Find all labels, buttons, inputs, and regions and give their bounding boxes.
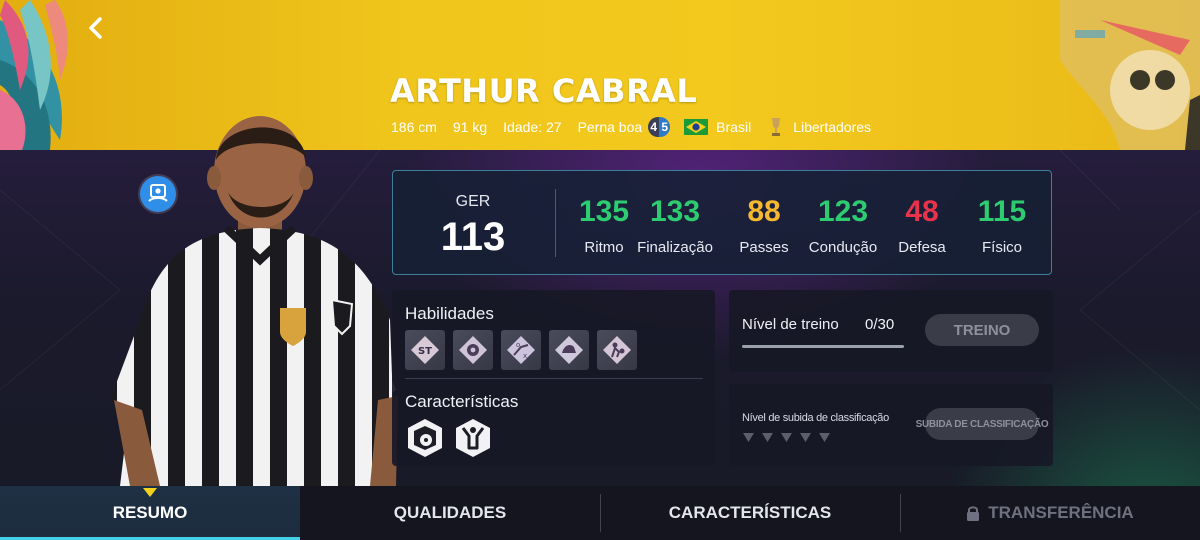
tab-label: RESUMO (112, 503, 188, 522)
weak-foot-value: 4 (648, 117, 660, 137)
strong-foot-label: Perna boa (577, 119, 643, 135)
level-arrow-icon (800, 433, 811, 442)
level-arrow-icon (819, 433, 830, 442)
chevron-left-icon (89, 17, 102, 39)
skill-tile-strength[interactable] (549, 330, 589, 370)
stat-finalizacao: 133 Finalização (630, 193, 720, 256)
stat-value: 115 (977, 195, 1027, 228)
active-tab-pointer (143, 488, 157, 497)
level-arrow-icon (781, 433, 792, 442)
nationality-value: Brasil (716, 119, 752, 135)
st-icon-text: ST (418, 346, 432, 357)
strong-foot-value: 5 (659, 117, 671, 137)
stats-divider (555, 189, 556, 257)
level-arrow-icon (762, 433, 773, 442)
skill-tile-tactics[interactable]: o x (501, 330, 541, 370)
age-value: Idade: 27 (503, 119, 562, 135)
stat-value: 123 (817, 195, 869, 228)
tab-qualidades[interactable]: QUALIDADES (300, 486, 600, 540)
tab-label: CARACTERÍSTICAS (668, 503, 832, 522)
skills-card: Habilidades ST o x Características (392, 290, 715, 466)
classification-upgrade-button[interactable]: SUBIDA DE CLASSIFICAÇÃO (916, 408, 1049, 440)
stat-label: Físico (981, 239, 1022, 256)
player-control-icon (603, 336, 631, 364)
tab-caracteristicas[interactable]: CARACTERÍSTICAS (600, 486, 900, 540)
weight-value: 91 kg (452, 119, 488, 135)
player-icon (148, 184, 168, 202)
stat-conducao: 123 Condução (798, 193, 888, 256)
characteristics-list (406, 418, 492, 458)
skills-title: Habilidades (405, 304, 494, 323)
tab-transferencia[interactable]: TRANSFERÊNCIA (900, 486, 1200, 540)
ball-feint-icon (459, 336, 487, 364)
back-button[interactable] (80, 12, 112, 44)
stat-label: Passes (739, 239, 789, 256)
player-meta: 186 cm 91 kg Idade: 27 Perna boa 4 5 Bra… (391, 116, 887, 138)
player-name: ARTHUR CABRAL (390, 72, 698, 110)
skill-tile-feint[interactable] (453, 330, 493, 370)
stat-defesa: 48 Defesa (877, 193, 967, 256)
skill-tile-st[interactable]: ST (405, 330, 445, 370)
libertadores-trophy-icon (772, 118, 781, 136)
league-value: Libertadores (793, 119, 872, 135)
classification-levels (742, 431, 831, 444)
characteristics-title: Características (405, 392, 519, 411)
celebration-icon[interactable] (454, 418, 492, 458)
overall-label: GER (455, 193, 491, 210)
training-label: Nível de treino (742, 316, 839, 333)
training-count: 0/30 (865, 316, 895, 333)
training-progress-bar (742, 345, 904, 348)
stats-panel: GER 113 135 Ritmo 133 Finalização 88 Passes 12… (392, 170, 1052, 275)
stat-label: Finalização (637, 239, 713, 256)
skills-separator (405, 378, 703, 379)
lock-icon (967, 505, 980, 521)
skill-tile-control[interactable] (597, 330, 637, 370)
classification-card: Nível de subida de classificação SUBIDA … (729, 384, 1053, 466)
foot-rating-badge: 4 5 (648, 117, 671, 137)
train-button[interactable]: TREINO (925, 314, 1039, 346)
stat-fisico: 115 Físico (957, 193, 1047, 256)
stat-passes: 88 Passes (719, 193, 809, 256)
overall-rating: GER 113 (393, 171, 553, 276)
skills-list: ST o x (405, 330, 637, 370)
bottom-tab-bar: RESUMO QUALIDADES CARACTERÍSTICAS TRANSF… (0, 486, 1200, 540)
stat-value: 48 (905, 195, 939, 228)
brazil-flag-icon (684, 119, 709, 135)
stat-value: 88 (747, 195, 781, 228)
player-portrait (110, 116, 398, 486)
tab-label: TRANSFERÊNCIA (988, 503, 1134, 522)
overall-value: 113 (440, 215, 506, 259)
stat-label: Condução (808, 239, 878, 256)
ball-shield-icon[interactable] (406, 418, 444, 458)
classification-label: Nível de subida de classificação (742, 412, 889, 424)
training-card: Nível de treino 0/30 TREINO (729, 290, 1053, 372)
level-arrow-icon (743, 433, 754, 442)
stat-label: Defesa (898, 239, 946, 256)
tactics-icon: o x (507, 336, 535, 364)
tactics-icon-x: x (523, 352, 527, 360)
arm-strength-icon (555, 336, 583, 364)
stat-value: 133 (649, 195, 701, 228)
st-icon: ST (411, 336, 439, 364)
player-profile-button[interactable] (140, 176, 176, 212)
tactics-icon-o: o (516, 341, 520, 349)
tab-label: QUALIDADES (393, 503, 507, 522)
